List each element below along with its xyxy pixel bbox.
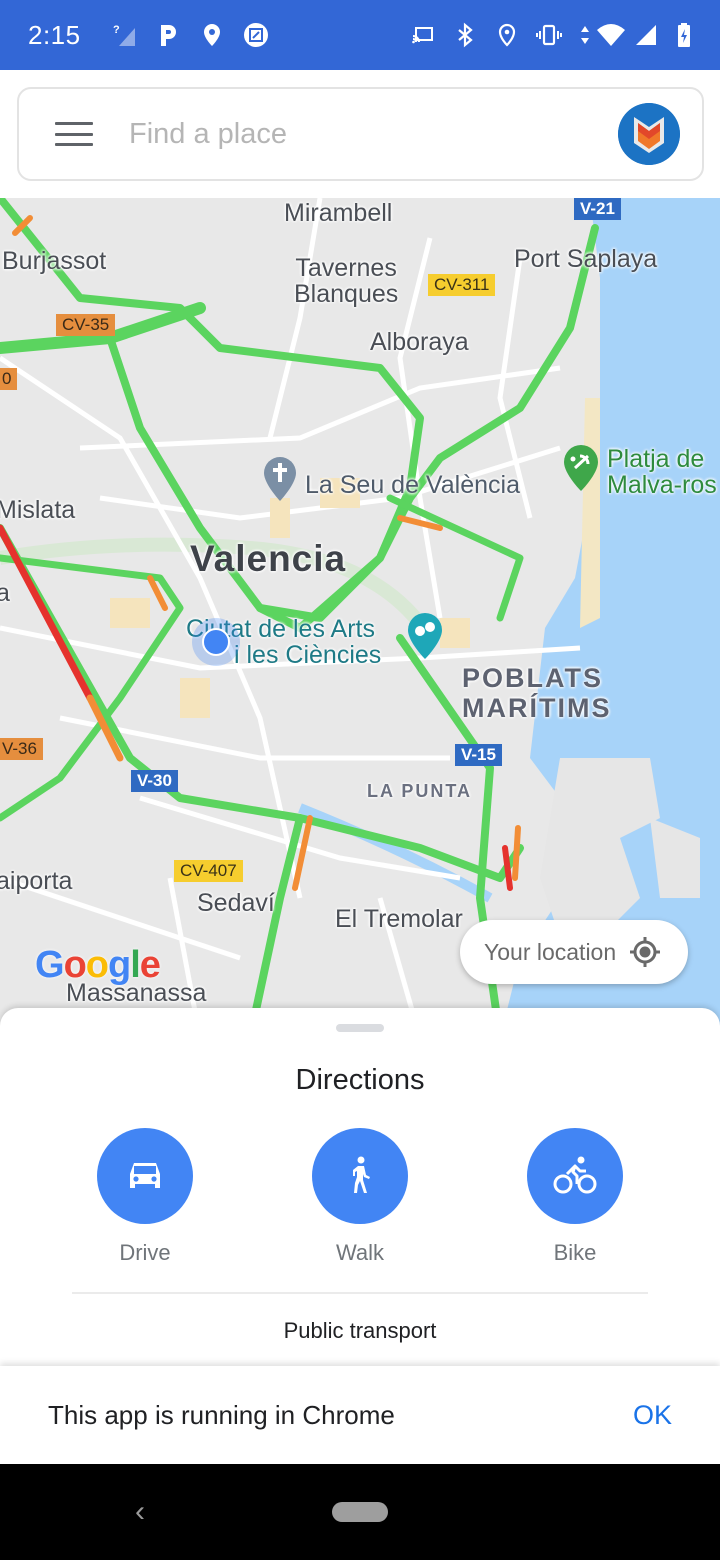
poi-label-cathedral[interactable]: La Seu de València (305, 472, 520, 499)
back-icon[interactable]: ‹ (126, 1494, 154, 1530)
place-label: Mirambell (284, 199, 393, 227)
poi-label-line: Malva-ros (607, 471, 717, 500)
wifi-icon (596, 22, 626, 48)
bluetooth-icon (452, 22, 478, 48)
place-label: Alboraya (370, 328, 469, 356)
cast-icon (410, 22, 436, 48)
district-label: LA PUNTA (367, 781, 472, 801)
system-nav-bar: ‹ (0, 1464, 720, 1560)
bike-label: Bike (553, 1240, 597, 1265)
place-label: Sedaví (197, 889, 275, 917)
road-shield: CV-35 (56, 314, 116, 336)
traffic-road (386, 494, 524, 622)
public-transport-button[interactable]: Public transport (0, 1318, 720, 1344)
map[interactable]: Mirambell Burjassot Tavernes Blanques Po… (0, 198, 720, 1038)
walk-icon (353, 1156, 370, 1193)
sheet-divider (72, 1292, 648, 1294)
traffic-slow (512, 825, 521, 881)
logo-letter: g (108, 944, 131, 986)
city-label: Valencia (190, 538, 347, 579)
status-bar: 2:15 ? (0, 0, 720, 70)
banner-ok-button[interactable]: OK (633, 1400, 672, 1431)
drive-mode-button[interactable]: Drive (75, 1128, 215, 1266)
search-bar (17, 87, 704, 181)
my-location-dot[interactable] (192, 618, 240, 666)
battery-charging-icon (676, 22, 692, 48)
car-icon (130, 1163, 160, 1188)
road-shield: V-21 (574, 198, 621, 220)
walk-label: Walk (335, 1240, 385, 1265)
logo-letter: e (139, 944, 161, 986)
banner-message: This app is running in Chrome (48, 1399, 395, 1430)
sheet-drag-handle[interactable] (336, 1024, 384, 1032)
place-label: Port Saplaya (514, 245, 658, 273)
search-input[interactable] (129, 117, 569, 151)
parking-icon (155, 22, 181, 48)
logo-letter: o (63, 944, 87, 986)
drive-button-circle (97, 1128, 193, 1224)
cathedral-pin-icon[interactable] (262, 456, 298, 502)
road-shield: V-36 (0, 738, 43, 760)
place-label: a (0, 579, 10, 607)
avatar[interactable] (618, 103, 680, 165)
road-shield: CV-407 (174, 860, 243, 882)
menu-icon[interactable] (55, 122, 93, 146)
poi-label-beach[interactable]: Platja de Malva-ros (607, 446, 717, 499)
your-location-label: Your location (484, 938, 617, 965)
vibrate-icon (536, 22, 562, 48)
walk-button-circle (312, 1128, 408, 1224)
my-location-crosshair-icon (628, 935, 662, 969)
cell-signal-icon (634, 22, 660, 48)
walk-mode-button[interactable]: Walk (290, 1128, 430, 1266)
district-label: MARÍTIMS (462, 693, 612, 723)
screenshot-icon (243, 22, 269, 48)
data-arrows-icon (578, 22, 592, 48)
place-label: Mislata (0, 496, 76, 524)
status-time: 2:15 (28, 19, 81, 50)
sheet-title: Directions (295, 1064, 425, 1096)
logo-letter: o (85, 944, 109, 986)
place-label: aiporta (0, 867, 73, 895)
directions-sheet: Directions Drive Walk Bike Public transp… (0, 1008, 720, 1368)
poi-label-line: Platja de (607, 445, 705, 473)
beach-area (580, 398, 600, 628)
drive-label: Drive (119, 1240, 171, 1265)
road-shield: V-15 (455, 744, 502, 766)
bike-button-circle (527, 1128, 623, 1224)
theater-pin-icon[interactable] (406, 612, 444, 660)
location-pin-icon (199, 22, 225, 48)
google-logo: Google (35, 944, 161, 987)
home-pill[interactable] (332, 1502, 388, 1522)
road-shield: V-30 (131, 770, 178, 792)
district-label: POBLATS (462, 663, 603, 693)
location-outline-icon (494, 22, 520, 48)
road-shield: 0 (0, 368, 18, 390)
chrome-banner: This app is running in Chrome OK (0, 1366, 720, 1464)
search-bar-container (0, 70, 720, 198)
logo-letter: G (35, 944, 65, 986)
beach-pin-icon[interactable] (562, 444, 600, 492)
traffic-jam (502, 845, 513, 891)
bike-icon (553, 1156, 597, 1194)
bike-mode-button[interactable]: Bike (505, 1128, 645, 1266)
signal-unknown-icon: ? (111, 22, 137, 48)
place-label: Tavernes Blanques (294, 254, 399, 309)
place-label: El Tremolar (335, 905, 463, 933)
place-label: Burjassot (2, 247, 107, 275)
screen: 2:15 ? Find a place Mirambell Burjassot … (0, 0, 720, 1560)
road-shield: CV-311 (428, 274, 496, 296)
logo-letter: l (130, 944, 141, 986)
svg-text:?: ? (113, 24, 120, 36)
your-location-button[interactable]: Your location (460, 920, 688, 984)
traffic-road (246, 814, 304, 1038)
